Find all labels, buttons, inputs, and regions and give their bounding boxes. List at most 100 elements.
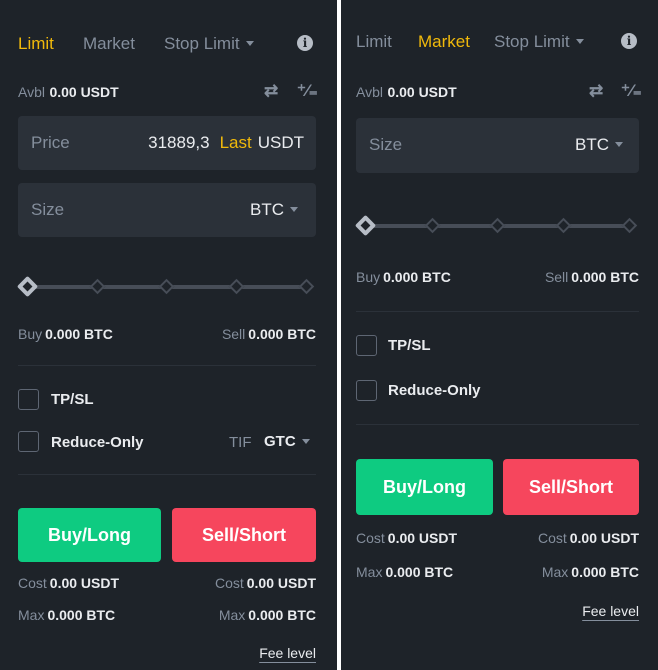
tab-stop-limit[interactable]: Stop Limit	[164, 34, 254, 54]
avbl-label: Avbl	[356, 84, 383, 100]
tif-select[interactable]: GTC	[264, 433, 310, 450]
tif-value: GTC	[264, 433, 296, 450]
tab-stop-limit-label: Stop Limit	[494, 32, 570, 51]
tab-market[interactable]: Market	[418, 32, 470, 52]
sell-cost: Cost 0.00 USDT	[215, 575, 316, 591]
sell-max-value: 0.000 BTC	[571, 564, 639, 580]
reduce-only-checkbox[interactable]	[18, 431, 39, 452]
chevron-down-icon	[615, 142, 623, 148]
avbl-value: 0.00 USDT	[49, 84, 119, 100]
sell-amount-value: 0.000 BTC	[248, 326, 316, 342]
price-input[interactable]: Price 31889,3 Last USDT	[18, 116, 316, 170]
sell-max: Max 0.000 BTC	[542, 564, 639, 580]
size-input[interactable]: Size BTC	[356, 118, 639, 173]
buy-max-label: Max	[356, 564, 383, 580]
buy-max-value: 0.000 BTC	[47, 607, 116, 623]
reduce-only-checkbox[interactable]	[356, 380, 377, 401]
tpsl-label[interactable]: TP/SL	[51, 391, 94, 408]
divider	[356, 424, 639, 425]
size-input[interactable]: Size BTC	[18, 183, 316, 237]
buy-amount-value: 0.000 BTC	[383, 269, 451, 285]
avbl-label: Avbl	[18, 84, 45, 100]
percent-calculator-icon[interactable]: ⁺⁄₌	[621, 81, 642, 101]
slider-mark-25[interactable]	[424, 217, 441, 234]
swap-arrows-icon[interactable]: ⇄	[589, 81, 603, 101]
tab-limit[interactable]: Limit	[356, 32, 392, 52]
reduce-only-label[interactable]: Reduce-Only	[388, 382, 481, 399]
buy-cost-label: Cost	[18, 575, 47, 591]
tab-stop-limit[interactable]: Stop Limit	[494, 32, 584, 52]
size-slider[interactable]	[15, 275, 317, 298]
sell-short-button[interactable]: Sell/Short	[172, 508, 316, 562]
percent-calculator-icon[interactable]: ⁺⁄₌	[297, 81, 318, 101]
sell-amount-label: Sell	[544, 269, 569, 285]
sell-max-value: 0.000 BTC	[248, 607, 316, 623]
slider-thumb[interactable]	[16, 275, 39, 298]
slider-mark-25[interactable]	[89, 278, 106, 295]
sell-cost-label: Cost	[537, 530, 567, 546]
info-icon[interactable]: i	[297, 35, 313, 51]
buy-long-button[interactable]: Buy/Long	[356, 459, 493, 515]
chevron-down-icon	[575, 39, 584, 45]
buy-amount-label: Buy	[356, 269, 381, 285]
chevron-down-icon	[290, 207, 298, 213]
market-order-panel: Limit Market Stop Limit i Avbl 0.00 USDT…	[341, 0, 658, 670]
slider-mark-100[interactable]	[621, 217, 638, 234]
sell-cost-label: Cost	[214, 575, 244, 591]
buy-max-label: Max	[18, 607, 45, 623]
fee-level-link[interactable]: Fee level	[582, 603, 639, 619]
chevron-down-icon	[245, 41, 254, 47]
size-unit-select[interactable]: BTC	[575, 135, 623, 155]
divider	[356, 311, 639, 312]
sell-cost: Cost 0.00 USDT	[538, 530, 639, 546]
buy-max: Max 0.000 BTC	[18, 607, 115, 623]
avbl-value: 0.00 USDT	[387, 84, 457, 100]
last-price-button[interactable]: Last	[220, 133, 252, 152]
buy-cost-value: 0.00 USDT	[387, 530, 458, 546]
available-balance: Avbl 0.00 USDT	[18, 84, 119, 102]
divider	[18, 474, 316, 475]
price-label: Price	[31, 133, 70, 152]
sell-cost-value: 0.00 USDT	[246, 575, 316, 591]
slider-mark-75[interactable]	[555, 217, 572, 234]
tab-market[interactable]: Market	[83, 34, 135, 54]
limit-order-panel: Limit Market Stop Limit i Avbl 0.00 USDT…	[0, 0, 337, 670]
slider-mark-100[interactable]	[298, 278, 315, 295]
size-unit-select[interactable]: BTC	[250, 200, 298, 220]
size-unit: BTC	[250, 200, 284, 219]
buy-amount-value: 0.000 BTC	[45, 326, 113, 342]
size-label: Size	[31, 200, 65, 219]
fee-level-link[interactable]: Fee level	[259, 645, 316, 661]
tpsl-checkbox[interactable]	[356, 335, 377, 356]
tpsl-label[interactable]: TP/SL	[388, 337, 431, 354]
buy-amount: Buy 0.000 BTC	[356, 269, 451, 285]
buy-long-button[interactable]: Buy/Long	[18, 508, 161, 562]
size-label: Size	[369, 135, 403, 154]
reduce-only-label[interactable]: Reduce-Only	[51, 434, 144, 451]
price-value[interactable]: 31889,3	[148, 133, 209, 152]
tpsl-checkbox[interactable]	[18, 389, 39, 410]
sell-cost-value: 0.00 USDT	[569, 530, 639, 546]
swap-arrows-icon[interactable]: ⇄	[264, 81, 278, 101]
sell-max-label: Max	[541, 564, 569, 580]
slider-thumb[interactable]	[354, 214, 377, 237]
buy-cost-value: 0.00 USDT	[49, 575, 120, 591]
sell-short-button[interactable]: Sell/Short	[503, 459, 639, 515]
tab-limit[interactable]: Limit	[18, 34, 54, 54]
info-icon[interactable]: i	[621, 33, 637, 49]
price-unit: USDT	[257, 133, 304, 152]
buy-amount: Buy 0.000 BTC	[18, 326, 113, 342]
size-slider[interactable]	[354, 214, 640, 237]
slider-mark-50[interactable]	[489, 217, 506, 234]
slider-mark-75[interactable]	[228, 278, 245, 295]
price-value-group: 31889,3 Last USDT	[148, 133, 304, 153]
size-unit: BTC	[575, 135, 609, 154]
buy-cost: Cost 0.00 USDT	[18, 575, 119, 591]
buy-cost: Cost 0.00 USDT	[356, 530, 457, 546]
buy-max-value: 0.000 BTC	[385, 564, 454, 580]
slider-mark-50[interactable]	[158, 278, 175, 295]
sell-max: Max 0.000 BTC	[219, 607, 316, 623]
sell-amount-value: 0.000 BTC	[571, 269, 639, 285]
buy-cost-label: Cost	[356, 530, 385, 546]
sell-max-label: Max	[218, 607, 246, 623]
